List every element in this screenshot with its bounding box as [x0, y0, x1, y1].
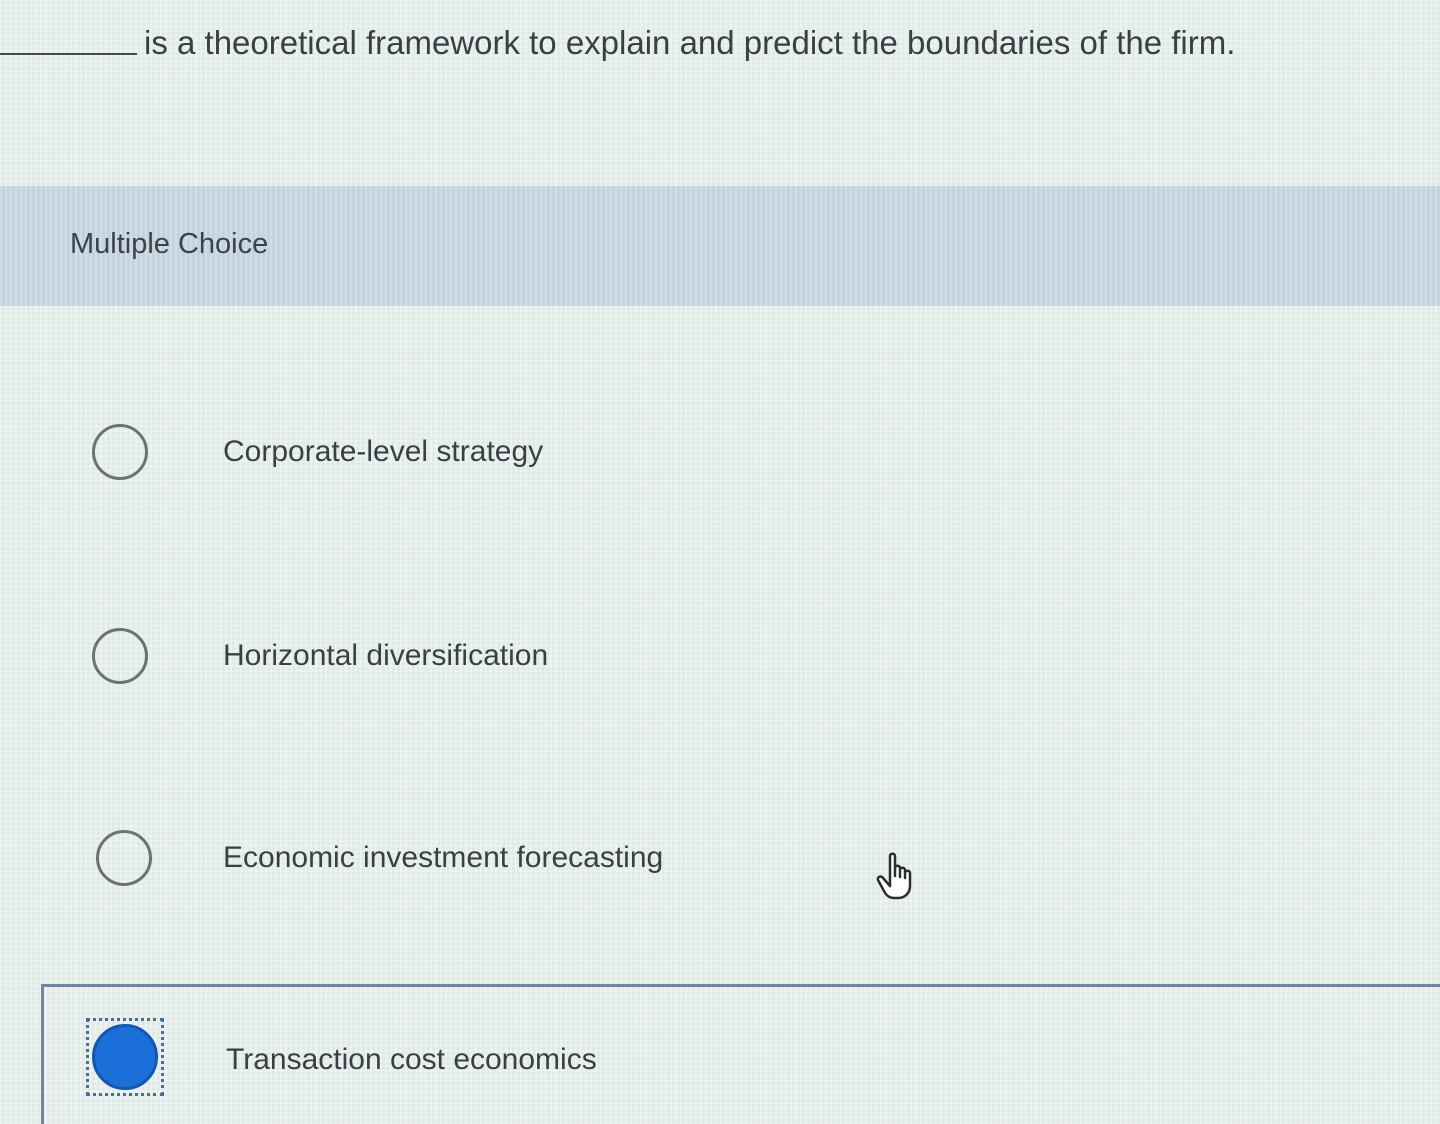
hand-pointer-icon [876, 852, 920, 902]
option-label: Economic investment forecasting [223, 841, 664, 874]
option-horizontal-diversification[interactable]: Horizontal diversification [0, 614, 1440, 704]
option-label: Corporate-level strategy [223, 435, 544, 468]
question-prompt: is a theoretical framework to explain an… [0, 18, 1440, 68]
option-label: Transaction cost economics [226, 1043, 597, 1076]
answer-blank [0, 53, 137, 55]
question-text: is a theoretical framework to explain an… [144, 24, 1236, 61]
multiple-choice-header: Multiple Choice [0, 186, 1440, 306]
option-economic-investment-forecasting[interactable]: Economic investment forecasting [0, 816, 1440, 906]
multiple-choice-label: Multiple Choice [70, 228, 269, 260]
radio-button[interactable] [92, 628, 148, 684]
radio-button[interactable] [92, 424, 148, 480]
radio-button-selected[interactable] [92, 1024, 158, 1090]
option-label: Horizontal diversification [223, 639, 549, 672]
option-transaction-cost-economics[interactable]: Transaction cost economics [0, 1010, 1440, 1100]
radio-button[interactable] [96, 830, 152, 886]
option-corporate-level-strategy[interactable]: Corporate-level strategy [0, 410, 1440, 500]
